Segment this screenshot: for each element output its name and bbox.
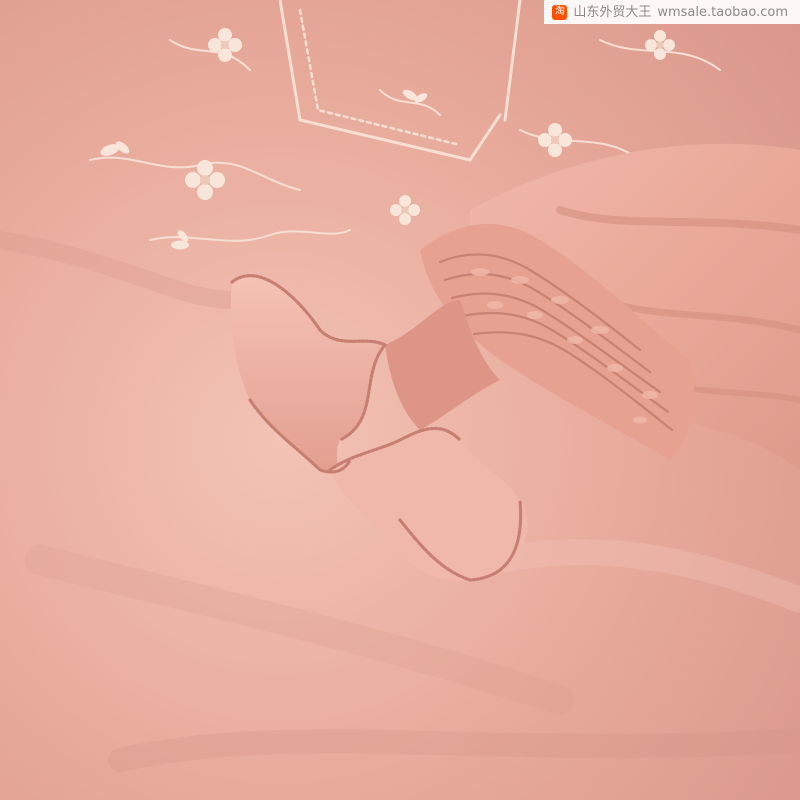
shop-watermark: 淘 山东外贸大王 wmsale.taobao.com xyxy=(544,0,800,24)
product-photo: 淘 山东外贸大王 wmsale.taobao.com xyxy=(0,0,800,800)
taobao-logo-icon: 淘 xyxy=(552,4,568,20)
pink-blouse-sleeve-closeup xyxy=(0,0,800,800)
watermark-shop-name: 山东外贸大王 xyxy=(573,4,652,20)
watermark-url: wmsale.taobao.com xyxy=(657,4,788,20)
